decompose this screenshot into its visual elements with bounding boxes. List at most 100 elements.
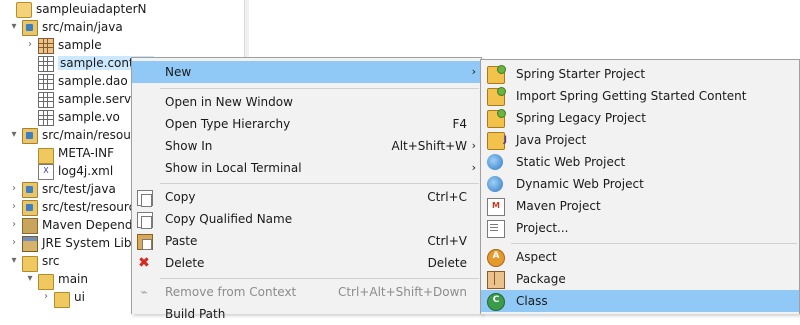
submenu-item-spring-legacy-project[interactable]: Spring Legacy Project (481, 107, 799, 129)
collapse-arrow-icon[interactable]: ▾ (24, 270, 36, 288)
submenu-item-import-spring-guide[interactable]: Import Spring Getting Started Content (481, 85, 799, 107)
tree-item-label: src/main/java (42, 20, 123, 34)
tree-item-meta-inf[interactable]: META-INF (24, 144, 115, 164)
tree-item-jre-library[interactable]: › JRE System Libra (8, 234, 144, 252)
tree-item-package-service[interactable]: sample.servic (24, 90, 141, 108)
menu-item-open-in-new-window[interactable]: Open in New Window (132, 91, 481, 113)
tree-item-log4j-xml[interactable]: Xlog4j.xml (24, 162, 113, 180)
source-folder-icon (22, 182, 38, 198)
context-menu: New › Open in New Window Open Type Hiera… (131, 57, 482, 321)
expand-arrow-icon[interactable]: › (40, 288, 52, 306)
tree-item-label: main (58, 272, 88, 286)
expand-arrow-icon[interactable]: › (8, 198, 20, 216)
submenu-item-java-project[interactable]: Java Project (481, 129, 799, 151)
tree-item-label: sample.servic (58, 92, 142, 106)
submenu-arrow-icon: › (471, 161, 476, 174)
package-icon (38, 110, 54, 126)
tree-item-ui[interactable]: › ui (40, 288, 85, 308)
tree-item-label: log4j.xml (58, 164, 114, 178)
menu-item-copy-qualified-name[interactable]: Copy Qualified Name (132, 208, 481, 230)
submenu-item-aspect[interactable]: A Aspect (481, 246, 799, 268)
tree-item-package-dao[interactable]: sample.dao (24, 72, 128, 90)
tree-item-label: ui (74, 290, 85, 304)
tree-item-label: src (42, 254, 60, 268)
menu-separator (511, 243, 797, 244)
shortcut-label: Ctrl+C (427, 190, 467, 204)
tree-item-label: JRE System Libra (42, 236, 144, 250)
submenu-arrow-icon: › (471, 65, 476, 78)
menu-item-copy[interactable]: Copy Ctrl+C (132, 186, 481, 208)
class-icon: C (487, 293, 505, 311)
submenu-item-dynamic-web-project[interactable]: Dynamic Web Project (481, 173, 799, 195)
tree-item-src-test-java[interactable]: › src/test/java (8, 180, 116, 198)
package-icon (487, 271, 505, 289)
expand-arrow-icon[interactable]: › (8, 234, 20, 252)
maven-project-icon: M (487, 198, 505, 216)
shortcut-label: Alt+Shift+W (391, 139, 468, 153)
java-project-icon (487, 129, 507, 151)
package-icon (38, 92, 54, 108)
tree-item-src-main-java[interactable]: ▾ src/main/java (8, 18, 123, 36)
tree-item-src-test-resources[interactable]: › src/test/resource (8, 198, 143, 216)
new-submenu: Spring Starter Project Import Spring Get… (480, 59, 800, 314)
tree-item-label: src/test/resource (42, 200, 143, 214)
shortcut-label: Delete (427, 256, 467, 270)
tree-item-label: META-INF (58, 146, 115, 160)
menu-item-paste[interactable]: Paste Ctrl+V (132, 230, 481, 252)
tree-item-main[interactable]: ▾ main (24, 270, 88, 290)
tree-item-project[interactable]: sampleuiadapterN (2, 0, 147, 18)
tree-item-label: sample.dao (58, 74, 128, 88)
jre-library-icon (22, 236, 38, 252)
menu-separator (160, 88, 479, 89)
spring-project-icon (487, 65, 506, 84)
folder-icon (54, 292, 70, 308)
shortcut-label: Ctrl+Alt+Shift+Down (337, 285, 467, 299)
submenu-item-package[interactable]: Package (481, 268, 799, 290)
copy-qualified-name-icon (137, 212, 153, 229)
submenu-item-static-web-project[interactable]: Static Web Project (481, 151, 799, 173)
menu-item-show-in-local-terminal[interactable]: Show in Local Terminal › (132, 157, 481, 179)
expand-arrow-icon[interactable]: › (24, 36, 36, 54)
collapse-arrow-icon[interactable]: ▾ (8, 18, 20, 36)
dynamic-web-project-icon (487, 176, 503, 192)
tree-item-src[interactable]: ▾ src (8, 252, 60, 272)
delete-icon: ✖ (138, 255, 150, 271)
static-web-project-icon (487, 154, 503, 170)
spring-import-icon (487, 87, 506, 106)
new-project-wizard-icon (487, 220, 505, 238)
project-icon (16, 2, 32, 18)
expand-arrow-icon[interactable]: › (8, 180, 20, 198)
tree-item-maven-dependencies[interactable]: › Maven Depende (8, 216, 140, 234)
source-folder-icon (22, 20, 38, 36)
shortcut-label: F4 (452, 117, 467, 131)
copy-icon (137, 190, 153, 207)
package-icon (38, 56, 54, 72)
source-folder-icon (22, 200, 38, 216)
package-icon (38, 38, 54, 54)
menu-item-new[interactable]: New › (132, 61, 481, 83)
submenu-arrow-icon: › (471, 139, 476, 152)
paste-icon (137, 234, 153, 250)
tree-item-package-sample[interactable]: › sample (24, 36, 102, 54)
menu-item-open-type-hierarchy[interactable]: Open Type Hierarchy F4 (132, 113, 481, 135)
collapse-arrow-icon[interactable]: ▾ (8, 126, 20, 144)
submenu-item-class[interactable]: C Class (481, 290, 799, 312)
menu-item-remove-from-context[interactable]: ⌁ Remove from Context Ctrl+Alt+Shift+Dow… (132, 281, 481, 303)
submenu-item-project[interactable]: Project... (481, 217, 799, 239)
aspect-icon: A (487, 249, 505, 267)
tree-item-label: Maven Depende (42, 218, 140, 232)
expand-arrow-icon[interactable]: › (8, 216, 20, 234)
collapse-arrow-icon[interactable]: ▾ (8, 252, 20, 270)
tree-item-package-vo[interactable]: sample.vo (24, 108, 120, 126)
tree-item-label: sample.vo (58, 110, 120, 124)
tree-item-src-main-resources[interactable]: ▾ src/main/resour (8, 126, 136, 144)
submenu-item-maven-project[interactable]: M Maven Project (481, 195, 799, 217)
submenu-item-spring-starter-project[interactable]: Spring Starter Project (481, 63, 799, 85)
tree-item-label: src/test/java (42, 182, 116, 196)
library-icon (22, 218, 38, 234)
menu-item-build-path[interactable]: Build Path (132, 303, 481, 325)
menu-item-show-in[interactable]: Show In Alt+Shift+W › (132, 135, 481, 157)
tree-item-label: sampleuiadapterN (36, 2, 147, 16)
menu-item-delete[interactable]: ✖ Delete Delete (132, 252, 481, 274)
menu-separator (160, 183, 479, 184)
